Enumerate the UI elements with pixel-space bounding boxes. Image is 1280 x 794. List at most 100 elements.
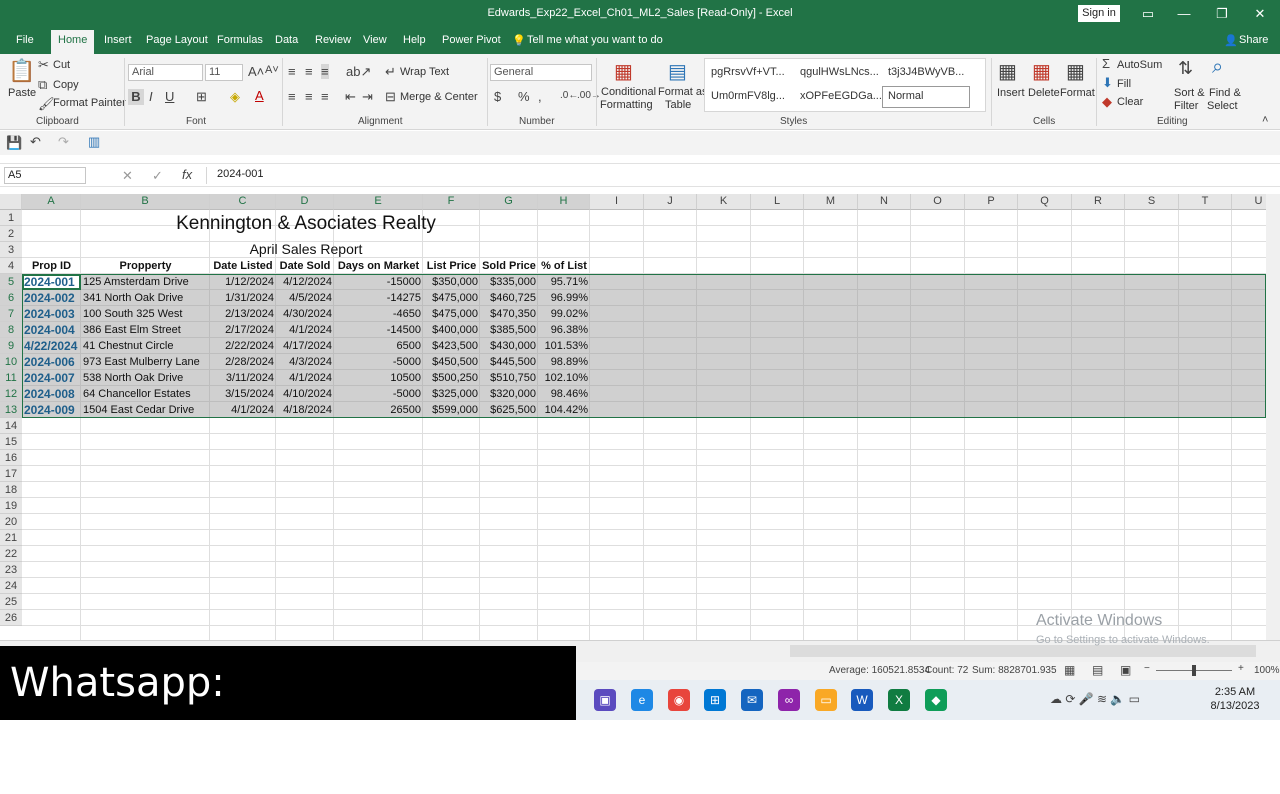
row-header[interactable]: 22 [0, 546, 22, 562]
autosum-button[interactable]: AutoSum [1117, 59, 1162, 71]
normal-view-icon[interactable]: ▦ [1064, 663, 1075, 677]
column-header[interactable]: G [480, 194, 538, 210]
prop-id-cell[interactable]: 2024-008 [22, 386, 81, 402]
currency-icon[interactable]: $ [494, 89, 501, 104]
column-header[interactable]: T [1179, 194, 1232, 210]
cell-style-3[interactable]: t3j3J4BWyVB... [888, 66, 964, 78]
prop-id-cell[interactable]: 2024-007 [22, 370, 81, 386]
formula-input[interactable]: 2024-001 [206, 167, 1276, 184]
bold-icon[interactable]: B [128, 89, 144, 105]
column-header[interactable]: E [334, 194, 423, 210]
customize-toolbar-icon[interactable]: ▥ [88, 134, 100, 150]
data-cell[interactable]: 96.38% [538, 322, 590, 338]
row-header[interactable]: 20 [0, 514, 22, 530]
column-header[interactable]: N [858, 194, 911, 210]
chrome-icon[interactable]: ◉ [668, 689, 690, 711]
row-header[interactable]: 18 [0, 482, 22, 498]
word-icon[interactable]: W [851, 689, 873, 711]
data-cell[interactable]: 41 Chestnut Circle [81, 338, 210, 354]
cell-style-5[interactable]: xOPFeEGDGa... [800, 90, 882, 102]
row-header[interactable]: 7 [0, 306, 22, 322]
column-header[interactable]: C [210, 194, 276, 210]
data-cell[interactable]: $400,000 [423, 322, 480, 338]
zoom-out-icon[interactable]: − [1144, 663, 1150, 674]
name-box[interactable]: A5 [4, 167, 86, 184]
file-explorer-icon[interactable]: ▭ [815, 689, 837, 711]
column-header[interactable]: L [751, 194, 804, 210]
font-size-select[interactable]: 11 [205, 64, 243, 81]
data-cell[interactable]: 98.46% [538, 386, 590, 402]
redo-icon[interactable]: ↷ [58, 134, 69, 150]
find-select-label-2[interactable]: Select [1207, 100, 1238, 112]
column-heading[interactable]: List Price [423, 258, 480, 274]
conditional-formatting-label-2[interactable]: Formatting [600, 99, 653, 111]
zoom-slider-thumb[interactable] [1192, 665, 1196, 676]
insert-function-icon[interactable]: fx [182, 167, 192, 182]
column-header[interactable]: F [423, 194, 480, 210]
page-break-view-icon[interactable]: ▣ [1120, 663, 1131, 677]
borders-icon[interactable]: ⊞ [196, 89, 207, 105]
row-header[interactable]: 14 [0, 418, 22, 434]
row-header[interactable]: 26 [0, 610, 22, 626]
maximize-icon[interactable]: ❐ [1208, 4, 1236, 24]
data-cell[interactable]: 125 Amsterdam Drive [81, 274, 210, 290]
format-cells-button[interactable]: Format [1060, 87, 1095, 99]
shrink-font-icon[interactable]: A˅ [265, 64, 279, 76]
data-cell[interactable]: 2/28/2024 [210, 354, 276, 370]
zoom-level[interactable]: 100% [1254, 665, 1280, 676]
close-icon[interactable]: ✕ [1246, 4, 1274, 24]
data-cell[interactable]: 1/31/2024 [210, 290, 276, 306]
data-cell[interactable]: $335,000 [480, 274, 538, 290]
data-cell[interactable]: 2/13/2024 [210, 306, 276, 322]
data-cell[interactable]: $325,000 [423, 386, 480, 402]
row-header[interactable]: 16 [0, 450, 22, 466]
column-heading[interactable]: Days on Market [334, 258, 423, 274]
column-heading[interactable]: Date Listed [210, 258, 276, 274]
data-cell[interactable]: 2/22/2024 [210, 338, 276, 354]
data-cell[interactable]: $430,000 [480, 338, 538, 354]
data-cell[interactable]: -15000 [334, 274, 423, 290]
horizontal-scrollbar[interactable] [790, 645, 1256, 657]
data-cell[interactable]: 1504 East Cedar Drive [81, 402, 210, 418]
tab-view[interactable]: View [363, 34, 387, 46]
data-cell[interactable]: -14275 [334, 290, 423, 306]
tab-help[interactable]: Help [403, 34, 426, 46]
row-header[interactable]: 23 [0, 562, 22, 578]
data-cell[interactable]: $423,500 [423, 338, 480, 354]
increase-indent-icon[interactable]: ⇥ [362, 89, 373, 105]
row-header[interactable]: 5 [0, 274, 22, 290]
mail-icon[interactable]: ✉ [741, 689, 763, 711]
sign-in-button[interactable]: Sign in [1078, 5, 1120, 22]
tab-review[interactable]: Review [315, 34, 351, 46]
comma-icon[interactable]: , [538, 89, 542, 104]
column-header[interactable]: U [1232, 194, 1266, 210]
column-heading[interactable]: Date Sold [276, 258, 334, 274]
row-header[interactable]: 3 [0, 242, 22, 258]
row-header[interactable]: 19 [0, 498, 22, 514]
data-cell[interactable]: 4/1/2024 [276, 370, 334, 386]
data-cell[interactable]: 26500 [334, 402, 423, 418]
share-button[interactable]: Share [1239, 34, 1268, 46]
clock-time[interactable]: 2:35 AM [1200, 686, 1270, 698]
teams-icon[interactable]: ▣ [594, 689, 616, 711]
column-header[interactable]: Q [1018, 194, 1072, 210]
data-cell[interactable]: 104.42% [538, 402, 590, 418]
data-cell[interactable]: 6500 [334, 338, 423, 354]
data-cell[interactable]: 4/17/2024 [276, 338, 334, 354]
row-header[interactable]: 24 [0, 578, 22, 594]
column-heading[interactable]: Propperty [81, 258, 210, 274]
collapse-ribbon-icon[interactable]: ˄ [1262, 114, 1268, 126]
data-cell[interactable]: 4/18/2024 [276, 402, 334, 418]
align-bottom-icon[interactable]: ≡ [321, 64, 329, 79]
ribbon-display-icon[interactable]: ▭ [1134, 4, 1162, 24]
page-layout-view-icon[interactable]: ▤ [1092, 663, 1103, 677]
select-all-corner[interactable] [0, 194, 22, 210]
excel-icon[interactable]: X [888, 689, 910, 711]
clear-button[interactable]: Clear [1117, 96, 1143, 108]
data-cell[interactable]: -5000 [334, 386, 423, 402]
data-cell[interactable]: 10500 [334, 370, 423, 386]
conditional-formatting-label-1[interactable]: Conditional [601, 86, 656, 98]
column-header[interactable]: D [276, 194, 334, 210]
data-cell[interactable]: 4/10/2024 [276, 386, 334, 402]
app-icon[interactable]: ∞ [778, 689, 800, 711]
